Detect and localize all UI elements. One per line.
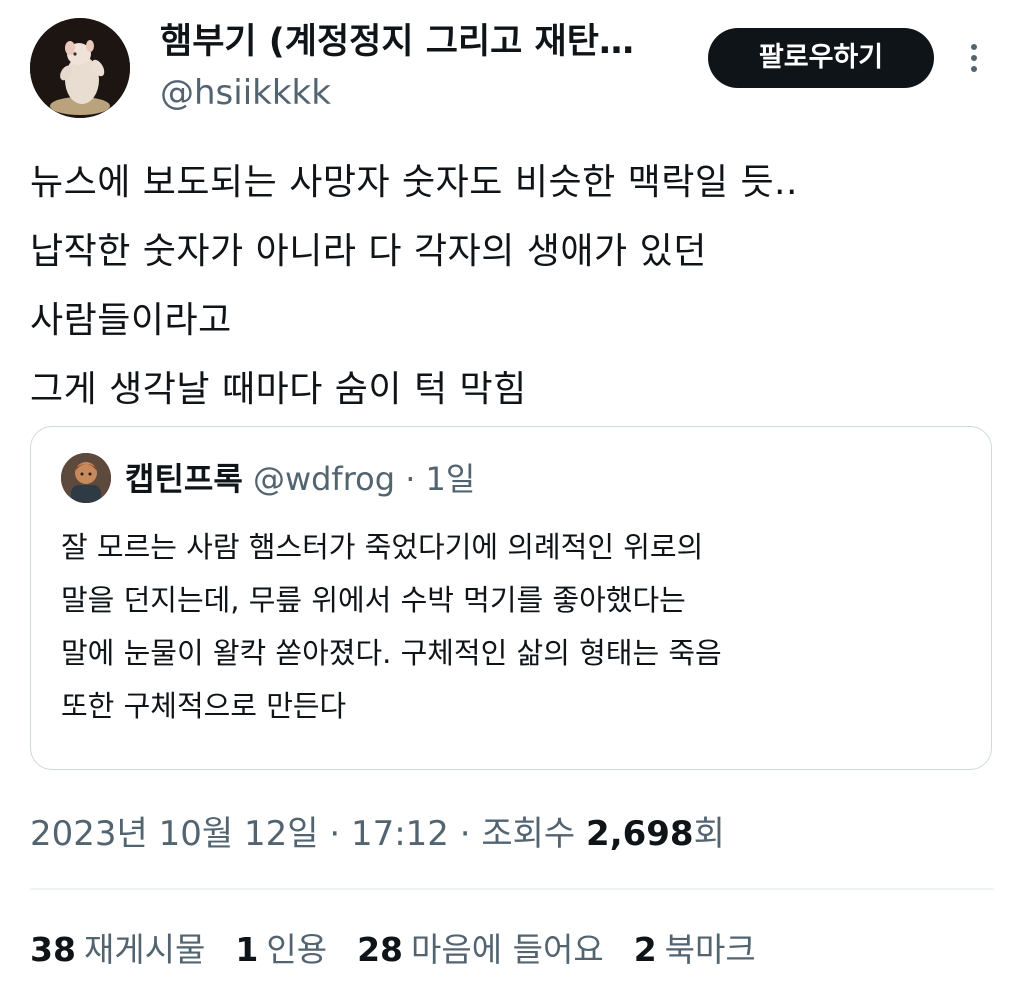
- bookmarks-stat[interactable]: 2 북마크: [634, 922, 756, 978]
- author-info: 햄부기 (계정정지 그리고 재탄… @hsiikkkk: [160, 18, 700, 118]
- more-vertical-icon[interactable]: [960, 38, 988, 78]
- meta-separator: ·: [459, 814, 471, 854]
- author-handle[interactable]: @hsiikkkk: [160, 68, 700, 118]
- divider: [30, 888, 994, 890]
- tweet-time[interactable]: 17:12: [351, 814, 449, 854]
- follow-button[interactable]: 팔로우하기: [708, 28, 934, 88]
- tweet-header: 햄부기 (계정정지 그리고 재탄… @hsiikkkk 팔로우하기: [30, 18, 994, 118]
- quotes-count: 1: [235, 930, 259, 969]
- tweet-text: 뉴스에 보도되는 사망자 숫자도 비슷한 맥락일 듯.. 납작한 숫자가 아니라…: [30, 162, 798, 410]
- tweet-date[interactable]: 2023년 10월 12일: [30, 814, 319, 854]
- quotes-label: 인용: [266, 930, 328, 969]
- quoted-handle: @wdfrog: [252, 460, 396, 498]
- likes-label: 마음에 들어요: [411, 930, 604, 969]
- quoted-separator: ·: [405, 460, 416, 498]
- views-suffix: 회: [693, 814, 725, 854]
- meta-separator: ·: [329, 814, 341, 854]
- views-label: 조회수: [481, 814, 576, 854]
- tweet-meta: 2023년 10월 12일 · 17:12 · 조회수 2,698회: [30, 806, 725, 862]
- quoted-tweet-text: 잘 모르는 사람 햄스터가 죽었다기에 의례적인 위로의 말을 던지는데, 무릎…: [61, 530, 722, 723]
- engagement-stats: 38 재게시물 1 인용 28 마음에 들어요 2 북마크: [30, 922, 786, 978]
- quoted-time: 1일: [425, 460, 476, 498]
- quotes-stat[interactable]: 1 인용: [235, 922, 327, 978]
- retweets-label: 재게시물: [83, 930, 206, 969]
- author-display-name[interactable]: 햄부기 (계정정지 그리고 재탄…: [160, 18, 680, 66]
- retweets-count: 38: [30, 930, 76, 969]
- quoted-tweet-header: 캡틴프록 @wdfrog · 1일: [125, 453, 475, 505]
- tweet-detail: 햄부기 (계정정지 그리고 재탄… @hsiikkkk 팔로우하기 뉴스에 보도…: [0, 0, 1024, 995]
- hamster-photo-avatar-icon: [30, 18, 130, 118]
- views-count: 2,698: [586, 814, 694, 854]
- quoted-user-avatar-icon: [61, 453, 111, 503]
- quoted-tweet[interactable]: 캡틴프록 @wdfrog · 1일 잘 모르는 사람 햄스터가 죽었다기에 의례…: [30, 426, 992, 770]
- quoted-display-name: 캡틴프록: [125, 460, 243, 498]
- bookmarks-label: 북마크: [664, 930, 756, 969]
- likes-count: 28: [357, 930, 404, 969]
- author-avatar[interactable]: [30, 18, 130, 118]
- likes-stat[interactable]: 28 마음에 들어요: [357, 922, 604, 978]
- quoted-user-avatar: [61, 453, 111, 503]
- bookmarks-count: 2: [633, 930, 657, 969]
- retweets-stat[interactable]: 38 재게시물: [30, 922, 205, 978]
